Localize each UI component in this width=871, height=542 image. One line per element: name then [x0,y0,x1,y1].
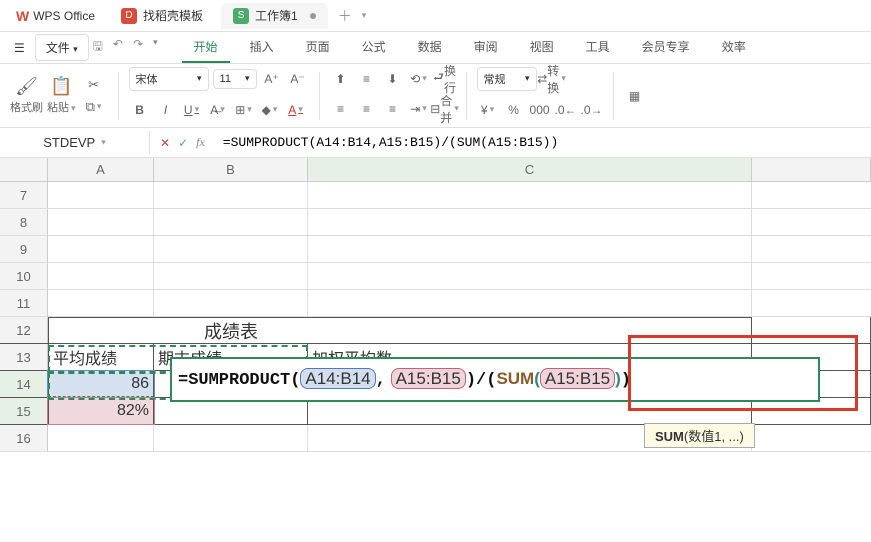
row-header[interactable]: 14 [0,371,48,397]
wrap-text-button[interactable]: ⮐ 换行 [434,68,456,90]
paste-icon: 📋 [51,77,71,97]
underline-button[interactable]: U▾ [181,99,203,121]
percent-icon[interactable]: % [503,99,525,121]
comma-icon[interactable]: 000 [529,99,551,121]
tab-efficiency[interactable]: 效率 [710,32,758,63]
row-header[interactable]: 7 [0,182,48,208]
italic-button[interactable]: I [155,99,177,121]
select-all-corner[interactable] [0,158,48,181]
table-title-cell[interactable]: 成绩表 [154,317,308,343]
formula-bar-input[interactable] [215,131,871,154]
tab-review[interactable]: 审阅 [462,32,510,63]
col-header-C[interactable]: C [308,158,752,181]
tab-list-dropdown[interactable]: ▾ [362,10,367,21]
align-top-icon[interactable]: ⬆ [330,68,352,90]
format-painter-icon: 🖌 [17,77,37,97]
tab-label: 工作簿1 [255,7,298,24]
align-right-icon[interactable]: ≡ [382,98,404,120]
modified-dot-icon [310,13,316,19]
font-size-select[interactable]: 11▾ [213,69,257,89]
col-header-B[interactable]: B [154,158,308,181]
save-icon[interactable]: 🖫 [93,37,103,58]
orientation-icon[interactable]: ⟲▾ [408,68,430,90]
align-bottom-icon[interactable]: ⬇ [382,68,404,90]
tab-data[interactable]: 数据 [406,32,454,63]
font-name-select[interactable]: 宋体▾ [129,67,209,91]
ribbon-tabs: 开始 插入 页面 公式 数据 审阅 视图 工具 会员专享 效率 [182,32,758,63]
cell-A15[interactable]: 82% [48,398,154,424]
row-header[interactable]: 15 [0,398,48,424]
tab-page[interactable]: 页面 [294,32,342,63]
format-painter-button[interactable]: 🖌 格式刷 [10,77,43,115]
new-tab-button[interactable]: ＋ [338,6,352,26]
align-center-icon[interactable]: ≡ [356,98,378,120]
app-logo: W WPS Office [8,8,103,24]
cut-icon[interactable]: ✂ [84,75,104,95]
redo-icon[interactable]: ↷ [133,37,143,58]
border-button[interactable]: ⊞▾ [233,99,255,121]
number-format-select[interactable]: 常规▾ [477,67,537,91]
tab-home[interactable]: 开始 [182,32,230,63]
row-header[interactable]: 12 [0,317,48,343]
header-cell[interactable]: 平均成绩 [48,344,154,370]
sheet-icon: S [233,8,249,24]
tab-tools[interactable]: 工具 [574,32,622,63]
increase-decimal-icon[interactable]: .0← [555,99,577,121]
tab-label: 找稻壳模板 [143,7,203,24]
row-header[interactable]: 11 [0,290,48,316]
wps-icon: W [16,8,29,24]
more-qat-icon[interactable]: ▾ [153,37,158,58]
align-left-icon[interactable]: ≡ [330,98,352,120]
menu-toggle-icon[interactable]: ☰ [8,37,31,59]
indent-icon[interactable]: ⇥▾ [408,98,430,120]
paste-button[interactable]: 📋 粘贴▾ [47,77,76,115]
function-tooltip: SUM(数值1, ...) [644,423,755,448]
align-middle-icon[interactable]: ≡ [356,68,378,90]
file-menu[interactable]: 文件 ▾ [35,34,89,61]
cell-editor[interactable]: =SUMPRODUCT(A14:B14, A15:B15)/(SUM(A15:B… [170,357,820,402]
fx-icon[interactable]: fx [196,135,205,150]
accept-formula-icon[interactable]: ✓ [178,136,188,150]
tab-insert[interactable]: 插入 [238,32,286,63]
cancel-formula-icon[interactable]: ✕ [160,136,170,150]
decrease-decimal-icon[interactable]: .0→ [581,99,603,121]
template-icon: D [121,8,137,24]
row-header[interactable]: 16 [0,425,48,451]
col-header-rest[interactable] [752,158,871,181]
tab-member[interactable]: 会员专享 [630,32,702,63]
strike-button[interactable]: A̶▾ [207,99,229,121]
formula-text: =SUMPRODUCT(A14:B14, A15:B15)/(SUM(A15:B… [178,369,631,388]
bold-button[interactable]: B [129,99,151,121]
col-header-A[interactable]: A [48,158,154,181]
decrease-font-icon[interactable]: A⁻ [287,68,309,90]
tab-workbook[interactable]: S 工作簿1 [221,3,328,29]
row-header[interactable]: 8 [0,209,48,235]
undo-icon[interactable]: ↶ [113,37,123,58]
row-header[interactable]: 10 [0,263,48,289]
font-color-button[interactable]: A▾ [285,99,307,121]
styles-icon[interactable]: ▦ [624,85,646,107]
convert-button[interactable]: ⇄ 转换▾ [541,68,563,90]
tab-templates[interactable]: D 找稻壳模板 [109,3,215,29]
row-header[interactable]: 9 [0,236,48,262]
currency-icon[interactable]: ¥▾ [477,99,499,121]
app-name: WPS Office [33,9,95,23]
increase-font-icon[interactable]: A⁺ [261,68,283,90]
tab-view[interactable]: 视图 [518,32,566,63]
cell-A14[interactable]: 86 [48,371,154,397]
tab-formula[interactable]: 公式 [350,32,398,63]
name-box[interactable]: STDEVP▾ [0,131,150,154]
row-header[interactable]: 13 [0,344,48,370]
spreadsheet-grid[interactable]: A B C 7 8 9 10 11 12 成绩表 13 平均成绩 期末成绩 加权… [0,158,871,452]
copy-icon[interactable]: ⧉▾ [84,97,104,117]
fill-color-button[interactable]: ◆▾ [259,99,281,121]
merge-button[interactable]: ⊟ 合并▾ [434,98,456,120]
